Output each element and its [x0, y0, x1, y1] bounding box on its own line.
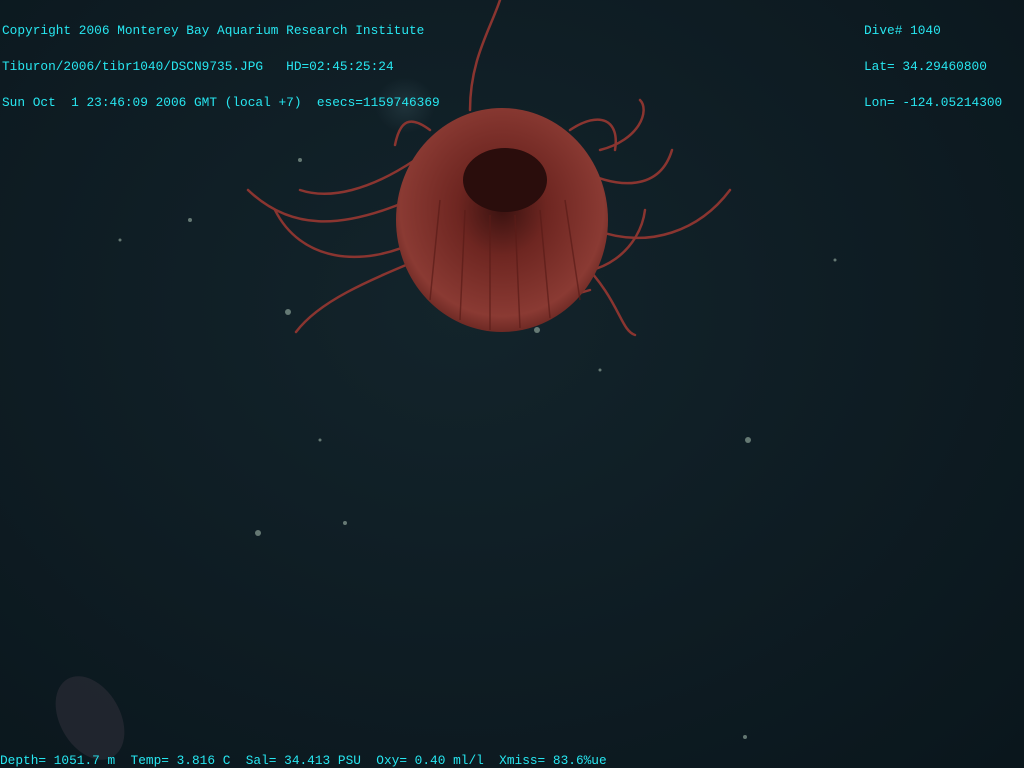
jellyfish-mouth [463, 148, 547, 212]
jellyfish-bell [396, 108, 608, 332]
latitude: Lat= 34.29460800 [864, 59, 987, 74]
image-metadata-top-right: Dive# 1040 Lat= 34.29460800 Lon= -124.05… [864, 1, 1002, 121]
copyright-line: Copyright 2006 Monterey Bay Aquarium Res… [2, 23, 425, 38]
longitude: Lon= -124.05214300 [864, 95, 1003, 110]
image-metadata-top-left: Copyright 2006 Monterey Bay Aquarium Res… [2, 1, 440, 121]
dive-number: Dive# 1040 [864, 23, 941, 38]
datetime-line: Sun Oct 1 23:46:09 2006 GMT (local +7) e… [2, 95, 440, 110]
sensor-readout: Depth= 1051.7 m Temp= 3.816 C Sal= 34.41… [0, 753, 607, 768]
file-timecode-line: Tiburon/2006/tibr1040/DSCN9735.JPG HD=02… [2, 59, 394, 74]
